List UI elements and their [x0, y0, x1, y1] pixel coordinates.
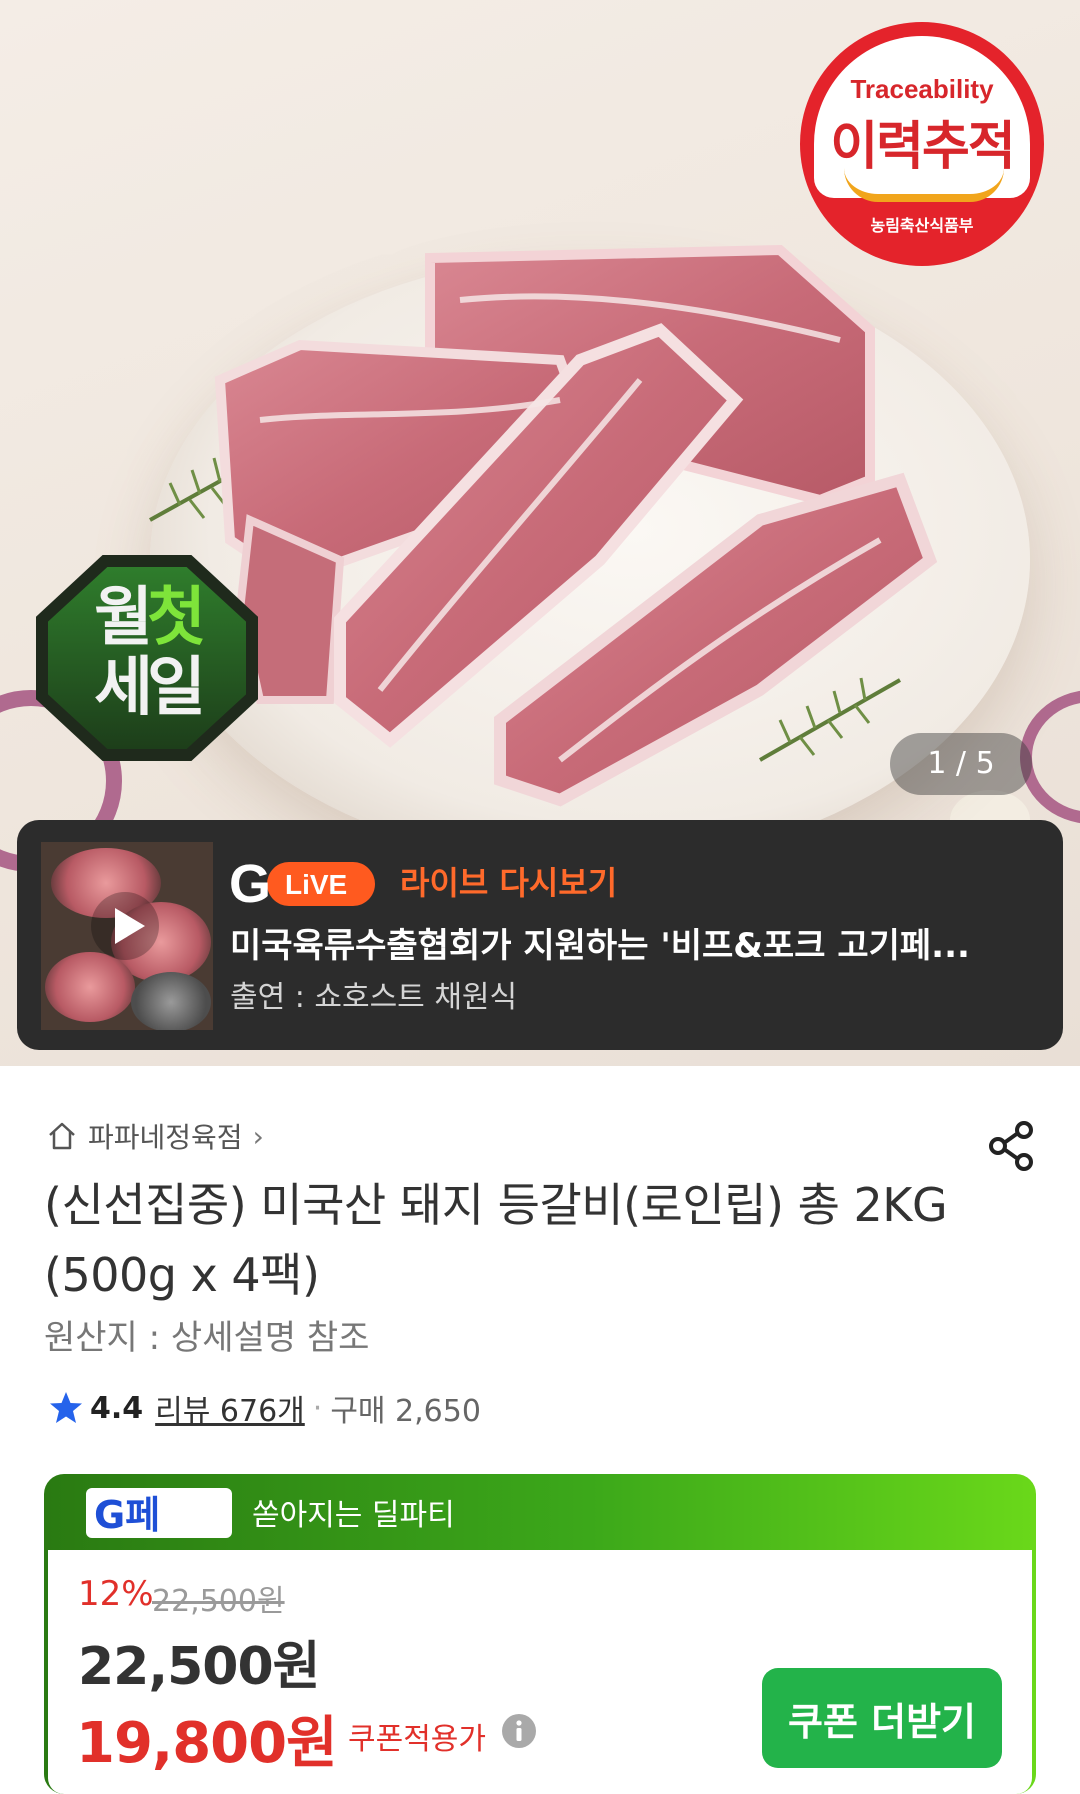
traceability-badge: Traceability 이력추적 농림축산식품부 — [800, 22, 1044, 266]
discount-rate: 12% — [78, 1574, 154, 1614]
g-live-logo-g: G — [229, 854, 271, 914]
thumbnail-meat-image — [45, 952, 135, 1022]
home-icon — [49, 1122, 75, 1150]
separator-dot: · — [312, 1390, 323, 1426]
store-name: 파파네정육점 — [88, 1121, 243, 1154]
product-title: (신선집중) 미국산 돼지 등갈비(로인립) 총 2KG (500g x 4팩) — [44, 1178, 948, 1302]
sale-price: 22,500원 — [78, 1637, 321, 1697]
share-icon[interactable] — [984, 1118, 1040, 1174]
info-icon[interactable] — [500, 1712, 538, 1750]
deal-party-title: 쏟아지는 딜파티 — [252, 1498, 455, 1533]
store-link[interactable]: 파파네정육점 › — [46, 1116, 264, 1156]
sale-badge-word-month: 월 — [94, 581, 153, 655]
purchase-count: 구매 2,650 — [330, 1394, 481, 1429]
g-live-logo-live: LiVE — [285, 869, 347, 900]
origin-info: 원산지 : 상세설명 참조 — [44, 1318, 370, 1358]
live-host: 출연 : 쇼호스트 채원식 — [230, 980, 518, 1015]
g-deal-logo: G페 — [86, 1488, 232, 1538]
traceability-english-text: Traceability — [850, 74, 994, 104]
get-more-coupons-button[interactable]: 쿠폰 더받기 — [762, 1668, 1002, 1768]
thumbnail-meat-image — [131, 972, 211, 1030]
original-price: 22,500원 — [152, 1584, 285, 1619]
chevron-right-icon: › — [252, 1119, 264, 1153]
sale-badge-word-first: 첫 — [147, 581, 206, 655]
coupon-applied-label: 쿠폰적용가 — [348, 1722, 486, 1757]
traceability-ministry-text: 농림축산식품부 — [870, 216, 974, 235]
play-icon[interactable] — [89, 890, 161, 962]
rating-value: 4.4 — [90, 1390, 144, 1426]
sale-badge-line1: 월첫 — [36, 583, 258, 653]
live-replay-banner[interactable]: G LiVE 라이브 다시보기 미국육류수출협회가 지원하는 '비프&포크 고기… — [17, 820, 1063, 1050]
star-icon — [50, 1392, 82, 1423]
live-replay-title: 라이브 다시보기 — [400, 864, 618, 902]
coupon-applied-price: 19,800원 — [76, 1711, 338, 1776]
monthly-first-sale-badge: 월첫 세일 — [36, 555, 258, 761]
image-counter: 1 / 5 — [890, 733, 1032, 795]
g-live-logo: G LiVE — [229, 854, 375, 914]
product-image-carousel[interactable]: Traceability 이력추적 농림축산식품부 월첫 세일 1 / 5 G … — [0, 0, 1080, 1066]
live-thumbnail[interactable] — [41, 842, 213, 1030]
live-description: 미국육류수출협회가 지원하는 '비프&포크 고기페... — [230, 926, 970, 966]
traceability-swoosh — [844, 168, 1004, 202]
review-count-link[interactable]: 리뷰 676개 — [155, 1386, 305, 1430]
sale-badge-line2: 세일 — [94, 651, 206, 725]
rating-row: 4.4 리뷰 676개 · 구매 2,650 — [48, 1386, 481, 1430]
g-deal-logo-text: G페 — [94, 1493, 160, 1537]
